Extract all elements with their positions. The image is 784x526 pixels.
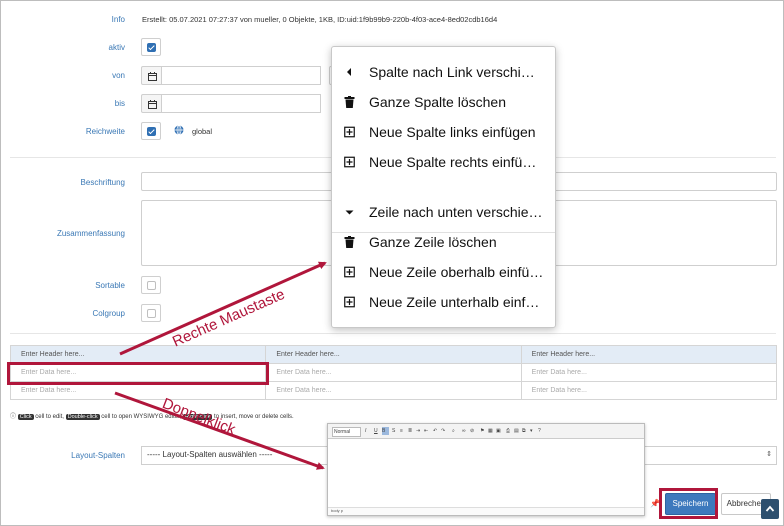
arrow-right-click xyxy=(119,261,327,356)
highlight-save-annotation xyxy=(659,488,718,519)
annotation-arrows xyxy=(114,261,327,470)
scroll-top-button[interactable] xyxy=(761,499,779,519)
chevron-up-icon xyxy=(765,505,775,512)
